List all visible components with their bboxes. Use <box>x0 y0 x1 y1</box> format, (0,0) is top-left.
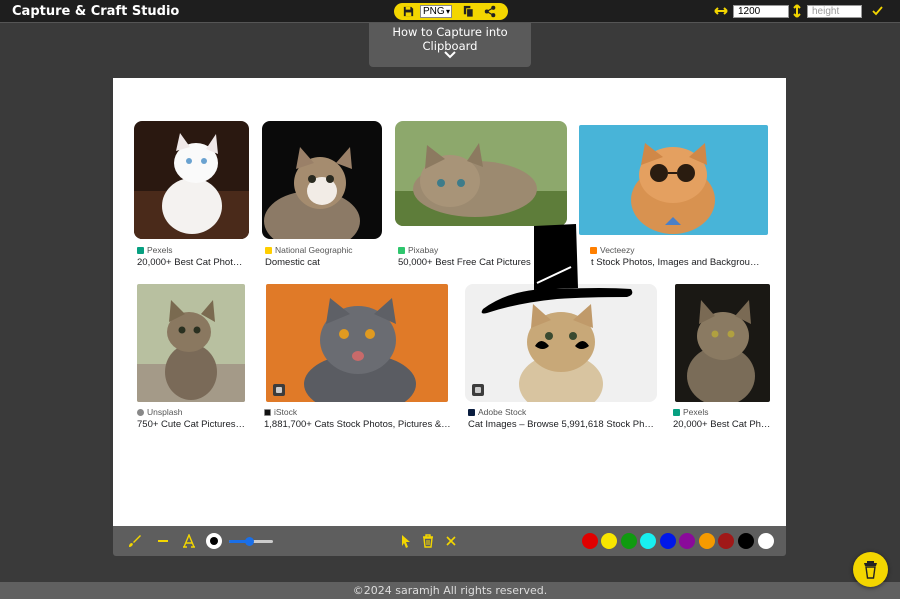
close-icon[interactable] <box>444 534 458 548</box>
text-icon[interactable] <box>182 534 196 548</box>
capture-canvas[interactable]: Pexels 20,000+ Best Cat Phot… National G… <box>113 78 786 526</box>
save-icon[interactable] <box>402 5 415 18</box>
coffee-cup-icon <box>864 561 877 579</box>
height-input[interactable]: height <box>807 5 862 18</box>
result-source: National Geographic <box>265 245 353 255</box>
width-input[interactable]: 1200 <box>733 5 789 18</box>
drawn-top-hat <box>481 224 633 314</box>
result-caption[interactable]: 1,881,700+ Cats Stock Photos, Pictures &… <box>264 419 454 430</box>
pexels-favicon-icon <box>137 246 144 254</box>
width-arrows-icon <box>714 7 728 15</box>
buy-coffee-button[interactable] <box>853 552 888 587</box>
cat-photo <box>262 121 382 239</box>
cat-photo <box>675 284 770 402</box>
unsplash-favicon-icon <box>137 408 144 416</box>
istock-favicon-icon <box>264 408 271 416</box>
copy-icon[interactable] <box>462 5 475 18</box>
result-caption[interactable]: 20,000+ Best Cat Ph… <box>673 419 777 430</box>
color-swatch-red[interactable] <box>582 533 598 549</box>
result-source: Pexels <box>673 407 709 417</box>
result-source: Pexels <box>137 245 173 255</box>
pixabay-favicon-icon <box>398 246 405 254</box>
capture-controls: PNG ▾ <box>394 3 508 20</box>
cat-photo <box>137 284 245 402</box>
stroke-width-slider[interactable] <box>229 537 273 546</box>
result-source: Adobe Stock <box>468 407 526 417</box>
result-caption[interactable]: 20,000+ Best Cat Phot… <box>137 257 252 268</box>
color-swatch-purple[interactable] <box>679 533 695 549</box>
cursor-icon[interactable] <box>399 534 413 548</box>
color-swatch-green[interactable] <box>621 533 637 549</box>
result-caption[interactable]: Cat Images – Browse 5,991,618 Stock Ph… <box>468 419 663 430</box>
share-icon[interactable] <box>484 5 497 18</box>
image-badge-icon <box>472 384 484 396</box>
check-icon[interactable] <box>872 6 883 16</box>
color-swatch-dark-red[interactable] <box>718 533 734 549</box>
result-card[interactable]: Unsplash 750+ Cute Cat Pictures… <box>134 283 254 433</box>
image-badge-icon <box>273 384 285 396</box>
result-card[interactable]: National Geographic Domestic cat <box>262 121 387 271</box>
chevron-down-icon: ▾ <box>445 7 450 16</box>
pexels-favicon-icon <box>673 408 680 416</box>
cat-photo <box>395 121 567 226</box>
result-card[interactable]: Pexels 20,000+ Best Cat Ph… <box>670 283 780 433</box>
chevron-down-icon[interactable] <box>443 50 457 60</box>
result-source: iStock <box>264 407 297 417</box>
cat-photo <box>579 125 768 235</box>
line-icon[interactable] <box>156 534 170 548</box>
color-swatch-white[interactable] <box>758 533 774 549</box>
color-swatch-black[interactable] <box>738 533 754 549</box>
guide-title: How to Capture into Clipboard <box>392 25 508 53</box>
color-swatch-yellow[interactable] <box>601 533 617 549</box>
color-swatch-cyan[interactable] <box>640 533 656 549</box>
result-card[interactable]: Pexels 20,000+ Best Cat Phot… <box>134 121 250 271</box>
cat-photo <box>266 284 448 402</box>
adobe-stock-favicon-icon <box>468 408 475 416</box>
brush-icon[interactable] <box>128 534 142 548</box>
top-bar: Capture & Craft Studio PNG ▾ 1200 height <box>0 0 900 23</box>
color-swatch-blue[interactable] <box>660 533 676 549</box>
cat-photo <box>134 121 249 239</box>
drawing-toolbar <box>113 526 786 556</box>
result-caption[interactable]: 750+ Cute Cat Pictures… <box>137 419 252 430</box>
capture-guide-dropdown[interactable]: How to Capture into Clipboard <box>369 23 531 67</box>
format-value: PNG <box>423 6 445 17</box>
result-source: Pixabay <box>398 245 438 255</box>
result-caption[interactable]: Domestic cat <box>265 257 385 268</box>
format-select[interactable]: PNG ▾ <box>420 5 452 18</box>
result-source: Unsplash <box>137 407 182 417</box>
height-arrows-icon <box>793 4 801 18</box>
natgeo-favicon-icon <box>265 246 272 254</box>
stroke-size-preview[interactable] <box>206 533 222 549</box>
footer: ©2024 saramjh All rights reserved. <box>0 582 900 599</box>
result-card[interactable]: iStock 1,881,700+ Cats Stock Photos, Pic… <box>261 283 457 433</box>
color-swatch-orange[interactable] <box>699 533 715 549</box>
app-title: Capture & Craft Studio <box>12 4 180 19</box>
trash-icon[interactable] <box>421 534 435 548</box>
